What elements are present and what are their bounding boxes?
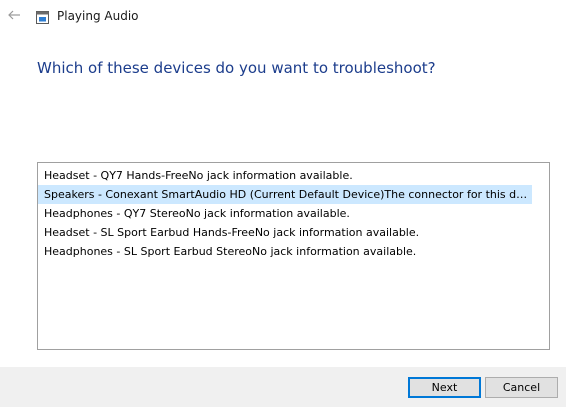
title-bar: Playing Audio (0, 0, 566, 32)
device-list-item[interactable]: Headset - SL Sport Earbud Hands-FreeNo j… (38, 223, 532, 242)
device-list-item-selected[interactable]: Speakers - Conexant SmartAudio HD (Curre… (38, 185, 532, 204)
footer-bar (0, 367, 566, 407)
troubleshooter-icon (36, 9, 49, 24)
next-button[interactable]: Next (408, 377, 481, 398)
cancel-button[interactable]: Cancel (485, 377, 558, 398)
device-list[interactable]: Headset - QY7 Hands-FreeNo jack informat… (37, 162, 550, 350)
back-arrow-icon[interactable] (6, 7, 22, 23)
device-list-item[interactable]: Headphones - QY7 StereoNo jack informati… (38, 204, 532, 223)
page-heading: Which of these devices do you want to tr… (37, 59, 436, 77)
window-title: Playing Audio (57, 9, 139, 23)
device-list-item[interactable]: Headphones - SL Sport Earbud StereoNo ja… (38, 242, 532, 261)
device-list-item[interactable]: Headset - QY7 Hands-FreeNo jack informat… (38, 166, 532, 185)
troubleshooter-window: Playing Audio Which of these devices do … (0, 0, 566, 407)
